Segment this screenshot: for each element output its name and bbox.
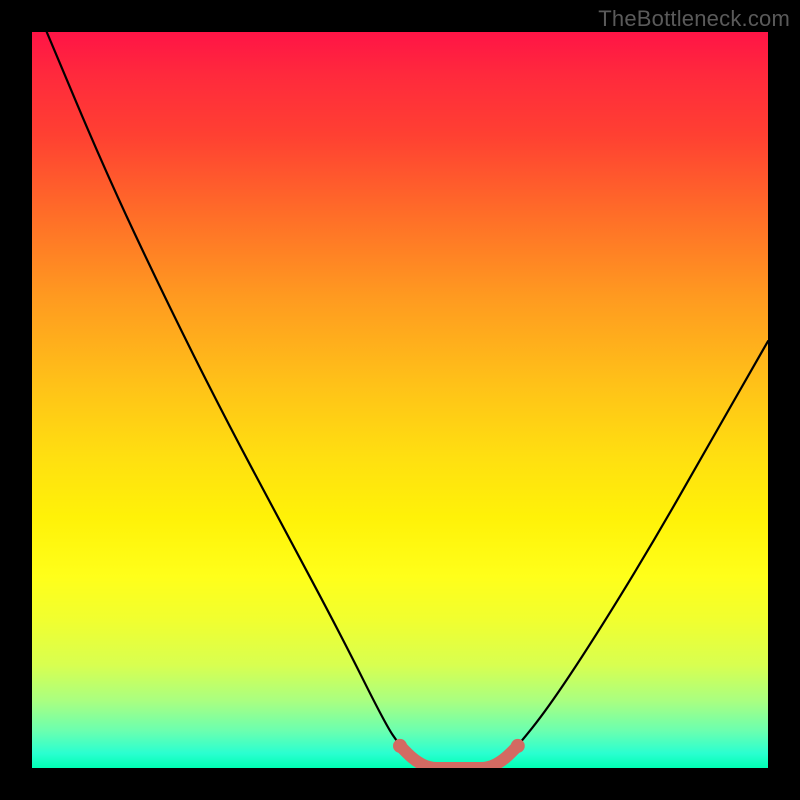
watermark-text: TheBottleneck.com	[598, 6, 790, 32]
plot-area	[32, 32, 768, 768]
highlight-endpoint	[511, 739, 525, 753]
highlight-endpoint	[393, 739, 407, 753]
curve-line	[47, 32, 768, 768]
chart-svg	[32, 32, 768, 768]
highlight-band	[400, 746, 518, 768]
chart-frame: TheBottleneck.com	[0, 0, 800, 800]
